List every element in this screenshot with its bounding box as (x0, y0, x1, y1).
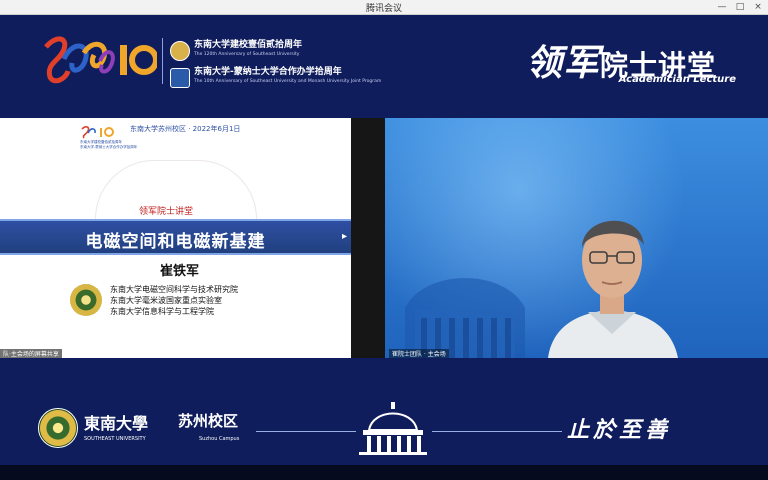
slide-speaker-name: 崔铁军 (160, 264, 200, 279)
bottom-strip (0, 465, 768, 480)
pane-gap (351, 118, 385, 358)
anniversary-row-2: 东南大学-蒙纳士大学合作办学拾周年 The 10th Anniversary o… (170, 67, 381, 89)
affiliation-3: 东南大学信息科学与工程学院 (110, 307, 214, 316)
slide-tag: 领军院士讲堂 (137, 204, 196, 217)
anniv-line1-cn: 东南大学建校壹佰贰拾周年 (194, 40, 303, 50)
affiliation-1: 东南大学电磁空间科学与技术研究院 (110, 285, 238, 294)
lecture-title-en: Academician Lecture (618, 74, 736, 85)
monash-badge-icon (170, 68, 190, 88)
window-title: 腾讯会议 (365, 4, 402, 14)
speaker-video-icon (548, 220, 678, 358)
footer-motto: 止於至善 (567, 417, 672, 443)
slide-top-line: 东南大学苏州校区 · 2022年6月1日 (130, 125, 241, 133)
seu-seal-icon (70, 284, 102, 316)
footer-campus-en: Suzhou Campus (199, 436, 240, 442)
anniversary-logo-icon (44, 36, 157, 84)
footer-line-left (256, 431, 356, 432)
banner-divider (162, 38, 163, 84)
cursor-icon: ▸ (341, 231, 347, 242)
footer-campus-cn: 苏州校区 (178, 412, 239, 430)
affiliation-2: 东南大学毫米波国家重点实验室 (110, 296, 222, 305)
close-button[interactable]: × (752, 2, 764, 12)
anniv-line2-cn: 东南大学-蒙纳士大学合作办学拾周年 (194, 67, 342, 77)
slide-sub-line-2: 东南大学-蒙纳士大学合作办学拾周年 (80, 145, 138, 149)
slide-sub-lines: 东南大学建校壹佰贰拾周年 东南大学-蒙纳士大学合作办学拾周年 (80, 140, 137, 150)
anniversary-row-1: 东南大学建校壹佰贰拾周年 The 120th Anniversary of So… (170, 40, 381, 62)
maximize-button[interactable]: □ (734, 2, 746, 12)
window-titlebar: 腾讯会议 — □ × (0, 0, 768, 15)
screen-share-label: 队·主会场的屏幕共享 (0, 349, 62, 358)
auditorium-building-icon (359, 402, 427, 455)
slide-header: 东南大学苏州校区 · 2022年6月1日 (80, 122, 340, 139)
footer-school-en: SOUTHEAST UNIVERSITY (84, 436, 146, 442)
footer-line-right (432, 431, 562, 432)
shared-screen-pane[interactable]: 东南大学苏州校区 · 2022年6月1日 东南大学建校壹佰贰拾周年 东南大学-蒙… (0, 118, 351, 358)
anniv-line1-en: The 120th Anniversary of Southeast Unive… (194, 52, 300, 57)
slide-logo-icon (80, 124, 116, 139)
anniversary-text: 东南大学建校壹佰贰拾周年 The 120th Anniversary of So… (170, 40, 381, 89)
seu-badge-icon (170, 41, 190, 61)
slide-affiliations: 东南大学电磁空间科学与技术研究院 东南大学毫米波国家重点实验室 东南大学信息科学… (110, 284, 238, 317)
slide-title: 电磁空间和电磁新基建 (85, 232, 266, 252)
lecture-title-cn-a: 领军 (526, 42, 601, 84)
slide-title-bar: 电磁空间和电磁新基建 ▸ (0, 219, 351, 255)
minimize-button[interactable]: — (716, 2, 728, 12)
footer-school-cn: 東南大學 (84, 414, 149, 433)
anniv-line2-en: The 10th Anniversary of Southeast Univer… (194, 79, 382, 84)
participant-name-label: 崔院士团队 · 主会场 (389, 349, 449, 358)
lecture-title: 领军院士讲堂 Academician Lecture (526, 34, 736, 94)
seu-footer-seal-icon (38, 408, 78, 448)
